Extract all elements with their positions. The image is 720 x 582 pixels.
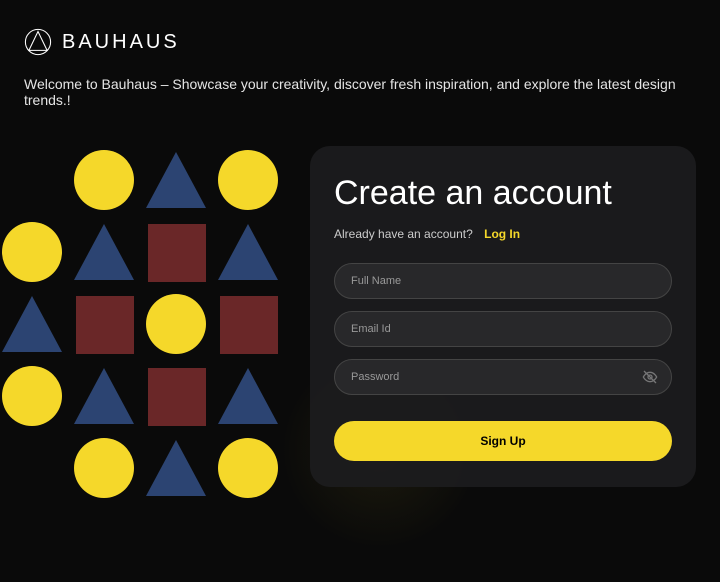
- login-link[interactable]: Log In: [484, 227, 520, 241]
- subtitle-row: Already have an account? Log In: [334, 227, 672, 241]
- circle-icon: [2, 366, 62, 426]
- signup-button[interactable]: Sign Up: [334, 421, 672, 461]
- circle-icon: [146, 294, 206, 354]
- main-area: Create an account Already have an accoun…: [0, 120, 720, 512]
- brand-name: BAUHAUS: [62, 31, 180, 54]
- card-title: Create an account: [334, 174, 672, 213]
- triangle-icon: [218, 368, 278, 424]
- email-input[interactable]: [334, 311, 672, 347]
- password-field-wrapper: [334, 359, 672, 395]
- password-input[interactable]: [334, 359, 672, 395]
- square-icon: [76, 296, 134, 354]
- logo-icon: [24, 28, 52, 56]
- triangle-icon: [218, 224, 278, 280]
- signup-card: Create an account Already have an accoun…: [310, 146, 696, 487]
- subtitle-text: Already have an account?: [334, 227, 473, 241]
- circle-icon: [74, 150, 134, 210]
- triangle-icon: [146, 440, 206, 496]
- circle-icon: [218, 438, 278, 498]
- eye-off-icon[interactable]: [642, 369, 658, 385]
- header: BAUHAUS: [0, 0, 720, 68]
- circle-icon: [218, 150, 278, 210]
- fullname-input[interactable]: [334, 263, 672, 299]
- triangle-icon: [2, 296, 62, 352]
- circle-icon: [2, 222, 62, 282]
- square-icon: [220, 296, 278, 354]
- decorative-shapes: [0, 142, 310, 582]
- square-icon: [148, 368, 206, 426]
- triangle-icon: [74, 224, 134, 280]
- welcome-text: Welcome to Bauhaus – Showcase your creat…: [0, 68, 720, 108]
- square-icon: [148, 224, 206, 282]
- triangle-icon: [146, 152, 206, 208]
- email-field-wrapper: [334, 311, 672, 347]
- triangle-icon: [74, 368, 134, 424]
- fullname-field-wrapper: [334, 263, 672, 299]
- circle-icon: [74, 438, 134, 498]
